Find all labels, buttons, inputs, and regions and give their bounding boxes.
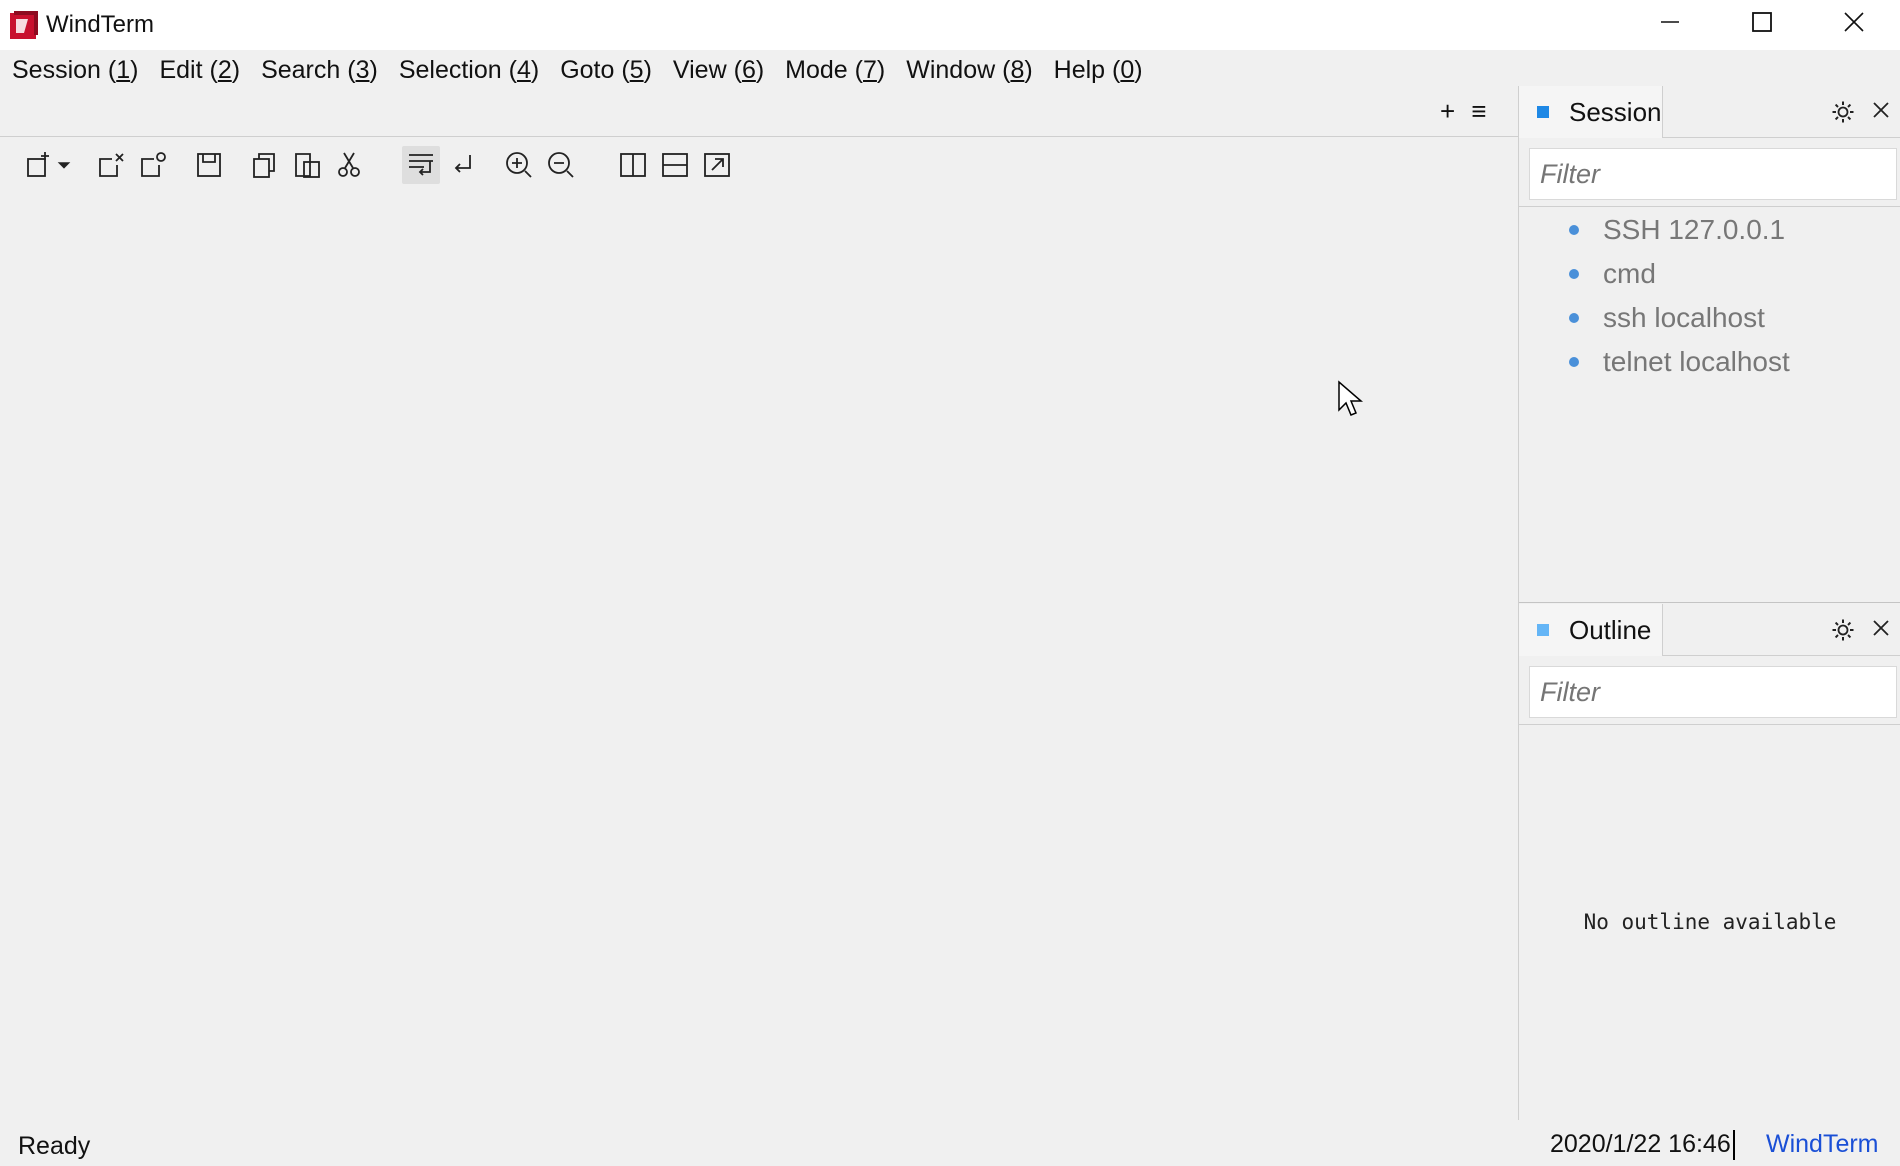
save-button[interactable] xyxy=(190,146,228,184)
tabstrip-controls: + ≡ xyxy=(1440,96,1486,127)
line-break-icon xyxy=(454,155,471,173)
duplicate-session-button[interactable] xyxy=(134,146,172,184)
open-external-icon xyxy=(704,153,730,177)
dropdown-arrow-icon xyxy=(57,162,71,169)
session-item[interactable]: ssh localhost xyxy=(1569,296,1790,340)
close-window-button[interactable] xyxy=(1808,0,1900,44)
outline-filter-input[interactable] xyxy=(1529,666,1897,718)
new-tab-button[interactable]: + xyxy=(1440,96,1455,127)
close-panel-icon[interactable] xyxy=(1871,100,1891,120)
save-icon xyxy=(197,153,221,177)
menu-bar: Session (1) Edit (2) Search (3) Selectio… xyxy=(0,50,1900,90)
gear-icon[interactable] xyxy=(1831,100,1855,124)
zoom-out-button[interactable] xyxy=(542,146,580,184)
new-session-icon xyxy=(27,152,49,177)
gear-icon[interactable] xyxy=(1831,618,1855,642)
cut-button[interactable] xyxy=(330,146,368,184)
menu-view[interactable]: View (6) xyxy=(665,56,772,85)
session-item[interactable]: cmd xyxy=(1569,252,1790,296)
zoom-in-button[interactable] xyxy=(500,146,538,184)
line-break-button[interactable] xyxy=(444,146,482,184)
windterm-logo-icon xyxy=(10,11,38,39)
minimize-icon xyxy=(1661,21,1679,23)
zoom-out-icon xyxy=(548,152,574,178)
new-session-button[interactable] xyxy=(20,146,58,184)
close-panel-icon[interactable] xyxy=(1871,618,1891,638)
session-item[interactable]: SSH 127.0.0.1 xyxy=(1569,208,1790,252)
title-bar: WindTerm xyxy=(0,0,1900,50)
session-filter-input[interactable] xyxy=(1529,148,1897,200)
menu-window[interactable]: Window (8) xyxy=(898,56,1040,85)
menu-session[interactable]: Session (1) xyxy=(4,56,146,85)
session-tab-marker-icon xyxy=(1537,106,1549,118)
duplicate-session-icon xyxy=(141,152,166,177)
word-wrap-button[interactable] xyxy=(402,146,440,184)
maximize-icon xyxy=(1752,12,1772,32)
cut-icon xyxy=(338,152,360,177)
window-controls xyxy=(1624,0,1900,50)
status-bar: Ready 2020/1/22 16:46 WindTerm xyxy=(0,1120,1900,1166)
paste-button[interactable] xyxy=(288,146,326,184)
menu-selection[interactable]: Selection (4) xyxy=(391,56,547,85)
copy-button[interactable] xyxy=(246,146,284,184)
bullet-icon xyxy=(1569,357,1579,367)
close-session-icon xyxy=(99,153,124,177)
close-icon xyxy=(1844,12,1864,32)
session-filter-divider xyxy=(1519,206,1900,207)
minimize-button[interactable] xyxy=(1624,0,1716,44)
split-horizontal-icon xyxy=(662,153,688,177)
bullet-icon xyxy=(1569,313,1579,323)
tab-session[interactable]: Session xyxy=(1519,86,1663,138)
menu-goto[interactable]: Goto (5) xyxy=(552,56,660,85)
bullet-icon xyxy=(1569,225,1579,235)
paste-icon xyxy=(295,153,320,178)
zoom-in-icon xyxy=(506,152,532,178)
menu-search[interactable]: Search (3) xyxy=(253,56,386,85)
session-panel-header: Session xyxy=(1519,86,1900,138)
open-external-button[interactable] xyxy=(698,146,736,184)
new-session-dropdown[interactable] xyxy=(54,146,74,184)
outline-empty-message: No outline available xyxy=(1583,910,1837,934)
close-session-button[interactable] xyxy=(92,146,130,184)
bullet-icon xyxy=(1569,269,1579,279)
panel-splitter[interactable] xyxy=(1519,602,1900,603)
split-vertical-icon xyxy=(620,153,646,177)
menu-help[interactable]: Help (0) xyxy=(1046,56,1151,85)
right-dock: Session SSH 127.0.0.1 cmd ssh localhost … xyxy=(1518,86,1900,1120)
outline-panel-header: Outline xyxy=(1519,604,1900,656)
tabstrip-divider xyxy=(0,136,1518,137)
mouse-pointer-icon xyxy=(1338,380,1364,416)
split-vertical-button[interactable] xyxy=(614,146,652,184)
status-datetime: 2020/1/22 16:46 xyxy=(1550,1130,1735,1160)
window-title: WindTerm xyxy=(46,11,155,38)
word-wrap-icon xyxy=(409,154,433,176)
status-text: Ready xyxy=(18,1132,91,1160)
toolbar xyxy=(20,145,740,185)
copy-icon xyxy=(253,153,275,178)
split-horizontal-button[interactable] xyxy=(656,146,694,184)
maximize-button[interactable] xyxy=(1716,0,1808,44)
menu-mode[interactable]: Mode (7) xyxy=(777,56,893,85)
tab-list-menu-button[interactable]: ≡ xyxy=(1471,96,1486,127)
outline-filter-divider xyxy=(1519,724,1900,725)
menu-edit[interactable]: Edit (2) xyxy=(151,56,248,85)
status-app-link[interactable]: WindTerm xyxy=(1766,1130,1879,1159)
session-list: SSH 127.0.0.1 cmd ssh localhost telnet l… xyxy=(1569,208,1790,384)
tab-outline[interactable]: Outline xyxy=(1519,604,1663,656)
outline-tab-marker-icon xyxy=(1537,624,1549,636)
session-item[interactable]: telnet localhost xyxy=(1569,340,1790,384)
